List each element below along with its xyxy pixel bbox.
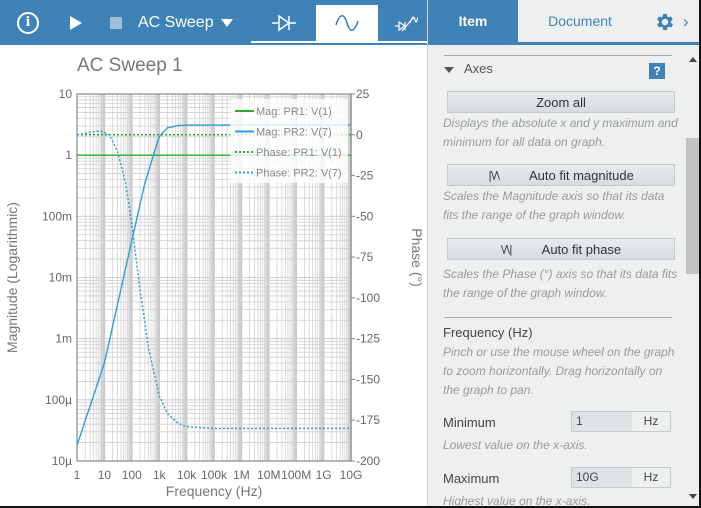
zoom-all-description: Displays the absolute x and y maximum an… [443,116,678,149]
tab-document[interactable]: Document [518,0,642,42]
y-tick-label: 10m [49,271,72,285]
triangle-down-icon [221,18,233,27]
y2-tick-label: -125 [356,332,380,346]
auto-fit-magnitude-icon: |\/\ [488,168,500,182]
y2-tick-label: -200 [356,454,380,468]
y2-tick-label: -175 [356,413,380,427]
tab-item[interactable]: Item [428,0,518,42]
maximum-label: Maximum [443,471,500,486]
x-tick-label: 1G [316,468,332,482]
scroll-up-arrow-icon[interactable] [689,57,697,62]
scroll-down-arrow-icon[interactable] [689,494,697,499]
ac-sine-icon [335,15,359,31]
stop-icon [110,16,122,29]
minimum-description: Lowest value on the x-axis. [443,438,588,452]
dc-diode-icon [272,14,296,32]
divider [444,55,672,56]
minimum-value[interactable]: 1 [572,412,632,431]
frequency-section-title: Frequency (Hz) [443,325,533,340]
x-tick-label: 1 [74,468,81,482]
x-tick-label: 100k [201,468,228,482]
y-tick-label: 1m [55,332,72,346]
y2-tick-label: -100 [356,291,380,305]
play-icon [70,15,82,30]
auto-fit-phase-icon: \/\| [500,242,513,256]
auto-fit-magnitude-description: Scales the Magnitude axis so that its da… [443,189,665,222]
frequency-description: Pinch or use the mouse wheel on the grap… [443,345,675,397]
maximum-value[interactable]: 10G [572,468,632,487]
tab-dc-analysis[interactable] [253,5,315,41]
y2-tick-label: 0 [356,128,363,142]
tab-transient[interactable] [381,5,430,41]
y2-tick-label: -50 [356,209,374,223]
help-button[interactable]: ? [649,63,665,79]
maximum-unit: Hz [643,470,659,484]
properties-panel: Item Document › Axes ? Zoom all Displays… [427,0,701,508]
transient-icon [394,16,418,32]
axes-section-header[interactable]: Axes [444,61,493,76]
x-axis-label: Frequency (Hz) [166,483,262,499]
y-tick-label: 100m [42,209,72,223]
minimum-label: Minimum [443,415,496,430]
zoom-all-button[interactable]: Zoom all [447,91,675,113]
legend-entry[interactable]: Phase: PR1: V(1) [256,147,342,159]
minimum-unit: Hz [643,414,659,428]
info-button[interactable]: i [14,0,42,45]
legend-entry[interactable]: Mag: PR2: V(7) [256,127,332,139]
minimum-frequency-field[interactable]: 1 Hz [571,411,671,432]
y-tick-label: 10 [59,87,73,101]
auto-fit-magnitude-button[interactable]: |\/\ Auto fit magnitude [447,164,675,186]
chevron-right-icon[interactable]: › [683,12,689,32]
y-tick-label: 1 [65,148,72,162]
y2-tick-label: 25 [356,87,370,101]
chart-svg[interactable]: 1 10 100 1k 10k 100k 1M 10M 100M 1G 10G 10 1 100m 10m 1… [0,45,430,508]
auto-fit-magnitude-label: Auto fit magnitude [529,167,634,183]
y-axis-label: Magnitude (Logarithmic) [4,202,20,353]
info-circle-icon: i [17,11,39,34]
y-tick-label: 10µ [52,454,72,468]
run-button[interactable] [66,0,86,45]
analysis-name[interactable]: AC Sweep [138,0,214,45]
y2-tick-label: -75 [356,250,374,264]
zoom-all-label: Zoom all [536,94,586,110]
y2-tick-label: -150 [356,372,380,386]
legend-entry[interactable]: Mag: PR1: V(1) [256,106,332,118]
stop-button[interactable] [106,0,126,45]
panel-scroll-content: Axes ? Zoom all Displays the absolute x … [428,45,684,508]
toolbar: i AC Sweep [0,0,430,45]
scrollbar-thumb[interactable] [686,138,699,274]
graph-area[interactable]: AC Sweep 1 1 10 100 1k 10k 100k 1M 10M 100M 1G 10G… [0,45,430,508]
gear-icon[interactable] [654,11,676,33]
x-tick-label: 1M [233,468,250,482]
x-tick-label: 10k [177,468,197,482]
maximum-frequency-field[interactable]: 10G Hz [571,467,671,488]
y-tick-label: 100µ [45,393,72,407]
x-tick-label: 1k [153,468,167,482]
auto-fit-phase-label: Auto fit phase [541,241,622,257]
tab-ac-sweep[interactable] [316,5,378,41]
x-tick-label: 10 [98,468,112,482]
x-tick-label: 100 [122,468,142,482]
auto-fit-phase-button[interactable]: \/\| Auto fit phase [447,238,675,260]
x-tick-label: 10G [340,468,363,482]
auto-fit-phase-description: Scales the Phase (°) axis so that its da… [443,267,678,300]
panel-tabs: Item Document › [428,0,701,45]
mode-tabs-underline [251,41,430,43]
y2-tick-label: -25 [356,169,374,183]
y2-axis-label: Phase (°) [409,228,425,287]
x-tick-label: 10M [257,468,280,482]
legend-entry[interactable]: Phase: PR2: V(7) [256,168,342,180]
axes-section-title: Axes [464,61,493,76]
collapse-triangle-icon [444,66,454,73]
analysis-dropdown-button[interactable] [216,0,238,45]
x-tick-label: 100M [281,468,311,482]
divider [444,317,672,318]
